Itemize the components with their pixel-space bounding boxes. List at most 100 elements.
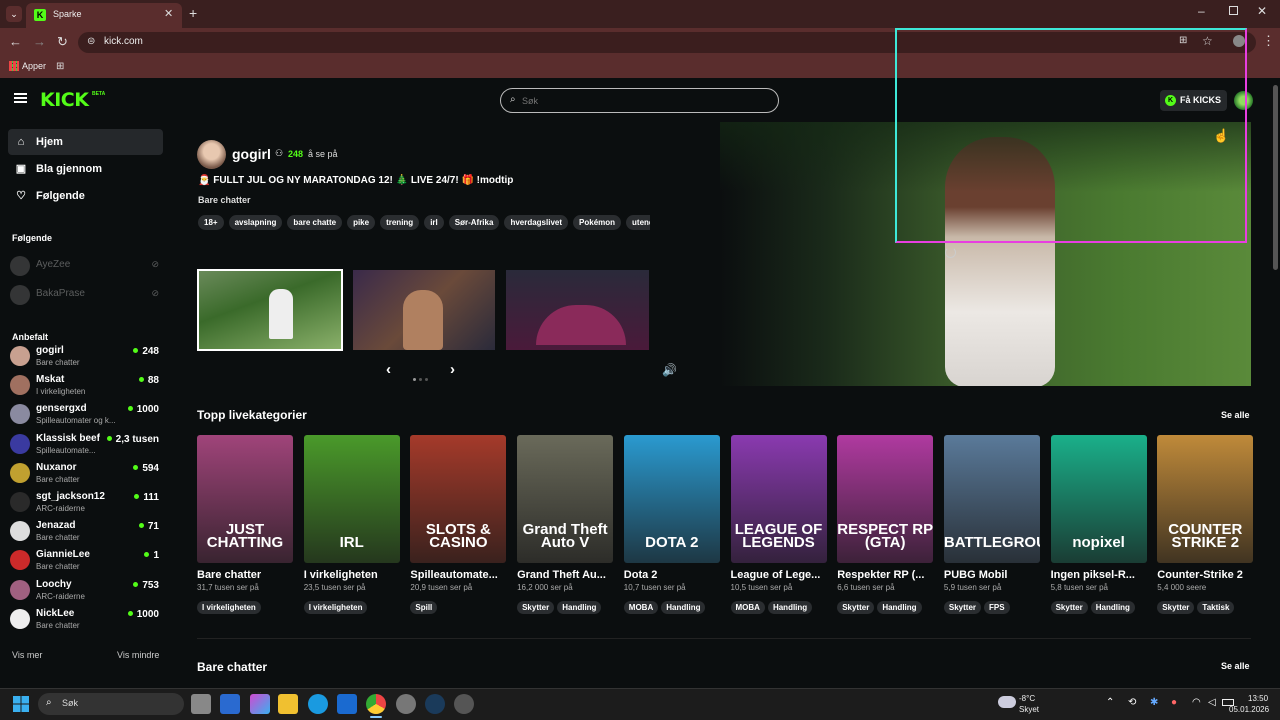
category-card[interactable]: COUNTER STRIKE 2 Counter-Strike 2 5,4 000 … <box>1157 435 1254 615</box>
clock-time[interactable]: 13:50 <box>1248 694 1268 703</box>
category-tag[interactable]: Handling <box>877 601 922 614</box>
search-input[interactable] <box>522 93 762 108</box>
show-more-link[interactable]: Vis mer <box>12 650 42 660</box>
browser-menu-icon[interactable]: ⋮ <box>1262 33 1275 49</box>
windows-start-icon[interactable] <box>13 696 29 712</box>
minimize-button[interactable]: – <box>1198 4 1205 18</box>
new-tab-button[interactable]: + <box>189 5 197 21</box>
category-title[interactable]: Grand Theft Au... <box>517 569 613 581</box>
category-card[interactable]: BATTLEGROUNDS PUBG Mobil 5,9 tusen ser på S… <box>943 435 1040 615</box>
carousel-prev-icon[interactable]: ‹ <box>386 361 391 378</box>
site-info-icon[interactable]: ⊜ <box>87 36 95 47</box>
sidebar-item-following[interactable]: ♡ Følgende <box>8 183 163 209</box>
browser-tab[interactable]: K Sparke ✕ <box>26 3 182 28</box>
close-window-button[interactable]: ✕ <box>1257 4 1267 18</box>
tab-list-button[interactable]: ⌄ <box>6 6 22 22</box>
stream-tag[interactable]: pike <box>347 215 376 230</box>
category-card[interactable]: nopixel Ingen piksel-R... 5,8 tusen ser på… <box>1050 435 1147 615</box>
category-art[interactable]: IRL <box>303 435 400 563</box>
category-art[interactable]: BATTLEGROUNDS <box>943 435 1040 563</box>
category-title[interactable]: Respekter RP (... <box>837 569 933 581</box>
stream-tag[interactable]: irl <box>424 215 444 230</box>
kick-logo[interactable]: KICK <box>40 89 89 111</box>
scrollbar-thumb[interactable] <box>1273 85 1278 270</box>
recommended-channel[interactable]: Nuxanor Bare chatter 594 <box>10 459 165 487</box>
category-title[interactable]: PUBG Mobil <box>944 569 1040 581</box>
category-tag[interactable]: Skytter <box>837 601 875 614</box>
category-art[interactable]: Grand Theft Auto V <box>517 435 614 563</box>
stream-tag[interactable]: hverdagslivet <box>504 215 569 230</box>
category-card[interactable]: DOTA 2 Dota 2 10,7 tusen ser på MOBA Handlin… <box>623 435 720 615</box>
sidebar-item-browse[interactable]: ▣ Bla gjennom <box>8 156 163 182</box>
category-tag[interactable]: MOBA <box>623 601 659 614</box>
store-icon[interactable] <box>220 694 240 714</box>
carousel-thumbnail[interactable] <box>353 270 495 350</box>
microphone-icon[interactable]: ● <box>1171 697 1177 708</box>
category-tag[interactable]: MOBA <box>730 601 765 614</box>
stream-tag[interactable]: 18+ <box>198 215 224 230</box>
settings-icon[interactable] <box>396 694 416 714</box>
bluetooth-icon[interactable]: ✱ <box>1150 697 1158 708</box>
forward-icon[interactable]: → <box>33 34 46 49</box>
category-art[interactable]: SLOTS & CASINO <box>410 435 507 563</box>
taskbar-search-box[interactable]: ⌕ Søk <box>38 693 184 715</box>
file-explorer-icon[interactable] <box>278 694 298 714</box>
category-tag[interactable]: Handling <box>1090 601 1135 614</box>
recommended-channel[interactable]: gensergxd Spilleautomater og k... 1000 <box>10 400 165 428</box>
chrome-icon[interactable] <box>366 694 386 714</box>
followed-channel[interactable]: BakaPrase ⊘ <box>10 281 165 309</box>
category-tag[interactable]: I virkeligheten <box>197 601 261 614</box>
recommended-channel[interactable]: Klassisk beef Spilleautomate... 2,3 tusen <box>10 430 165 458</box>
speaker-icon[interactable]: ◁ <box>1208 697 1216 708</box>
wifi-icon[interactable]: ◠ <box>1192 697 1201 708</box>
category-tag[interactable]: Skytter <box>517 601 555 614</box>
bookmark-grid-icon[interactable]: ⊞ <box>56 61 64 72</box>
category-art[interactable]: nopixel <box>1050 435 1147 563</box>
stream-tag[interactable]: bare chatte <box>287 215 343 230</box>
category-card[interactable]: JUST CHATTING Bare chatter 31,7 tusen ser … <box>197 435 293 615</box>
see-all-just-chatting-link[interactable]: Se alle <box>1221 661 1250 671</box>
category-tag[interactable]: Taktisk <box>1197 601 1235 614</box>
category-tag[interactable]: FPS <box>984 601 1010 614</box>
recommended-channel[interactable]: Loochy ARC-raiderne 753 <box>10 576 165 604</box>
category-art[interactable]: JUST CHATTING <box>197 435 293 563</box>
category-tag[interactable]: Skytter <box>943 601 982 614</box>
hamburger-menu-icon[interactable] <box>14 93 27 103</box>
sidebar-item-home[interactable]: ⌂ Hjem <box>8 129 163 155</box>
recommended-channel[interactable]: Jenazad Bare chatter 71 <box>10 517 165 545</box>
category-tag[interactable]: Handling <box>767 601 813 614</box>
category-tag[interactable]: Handling <box>557 601 602 614</box>
category-art[interactable]: RESPECT RP (GTA) <box>837 435 934 563</box>
stream-tag[interactable]: utendør <box>626 215 650 230</box>
stream-tag[interactable]: avslapning <box>228 215 283 230</box>
outlook-icon[interactable] <box>337 694 357 714</box>
category-card[interactable]: RESPECT RP (GTA) Respekter RP (... 6,6 tus… <box>837 435 934 615</box>
recommended-channel[interactable]: sgt_jackson12 ARC-raiderne 111 <box>10 488 165 516</box>
steam-icon[interactable] <box>425 694 445 714</box>
category-title[interactable]: Spilleautomate... <box>410 569 506 581</box>
category-card[interactable]: Grand Theft Auto V Grand Theft Au... 16,2 … <box>517 435 614 615</box>
bookmark-apps-label[interactable]: Apper <box>22 61 46 71</box>
category-title[interactable]: League of Lege... <box>731 569 827 581</box>
edge-icon[interactable] <box>308 694 328 714</box>
category-tag[interactable]: I virkeligheten <box>303 601 368 614</box>
category-tag[interactable]: Skytter <box>1157 601 1195 614</box>
back-icon[interactable]: ← <box>9 34 22 49</box>
weather-icon[interactable] <box>998 696 1016 708</box>
category-card[interactable]: SLOTS & CASINO Spilleautomate... 20,9 tuse… <box>410 435 507 615</box>
recommended-channel[interactable]: gogirl Bare chatter 248 <box>10 342 165 370</box>
featured-category[interactable]: Bare chatter <box>198 195 251 205</box>
stream-tag[interactable]: Sør-Afrika <box>448 215 500 230</box>
see-all-categories-link[interactable]: Se alle <box>1221 410 1250 420</box>
category-title[interactable]: Ingen piksel-R... <box>1051 569 1147 581</box>
recommended-channel[interactable]: Mskat I virkeligheten 88 <box>10 371 165 399</box>
show-less-link[interactable]: Vis mindre <box>117 650 159 660</box>
apps-grid-icon[interactable] <box>9 61 19 71</box>
reload-icon[interactable]: ↻ <box>57 34 68 50</box>
category-art[interactable]: LEAGUE OF LEGENDS <box>730 435 827 563</box>
featured-streamer-avatar[interactable] <box>197 140 226 169</box>
copilot-icon[interactable] <box>250 694 270 714</box>
network-tray-icon[interactable]: ⟲ <box>1128 697 1136 708</box>
followed-channel[interactable]: AyeZee ⊘ <box>10 252 165 280</box>
category-title[interactable]: Dota 2 <box>624 569 720 581</box>
